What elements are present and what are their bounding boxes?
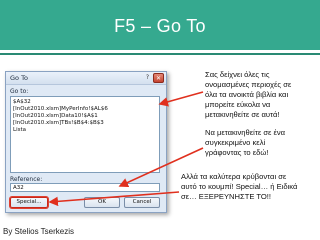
callout-line: Να μετακινηθείτε σε ένα [205,128,286,137]
cancel-button[interactable]: Cancel [124,197,160,208]
author-credit: By Stelios Tserkezis [3,227,74,236]
callout-line: σε… ΕΞΕΡΕΥΝΗΣΤΕ ΤΟ!! [181,192,272,201]
callout-line: μετακινηθείτε σε αυτά! [205,110,280,119]
callout-named-ranges: Σας δείχνει όλες τις ονομασμένες περιοχέ… [205,70,317,122]
goto-dialog: Go To ? ✕ Go to: $A$32 [InOut2010.xlsm]M… [5,71,167,213]
goto-list[interactable]: $A$32 [InOut2010.xlsm]MyPerInfo!$AL$6 [I… [10,96,160,173]
goto-list-item[interactable]: $A$32 [13,99,31,105]
dialog-titlebar: Go To ? ✕ [6,72,166,85]
goto-list-item[interactable]: [InOut2010.xlsm]TBs!$B$4:$B$3 [13,120,104,126]
question-mark-icon[interactable]: ? [143,74,152,82]
callout-line: Αλλά τα καλύτερα κρύβονται σε [181,172,287,181]
goto-list-item[interactable]: [InOut2010.xlsm]Data10!$A$1 [13,113,98,119]
goto-list-item[interactable]: [InOut2010.xlsm]MyPerInfo!$AL$6 [13,106,108,112]
special-button[interactable]: Special... [10,197,48,208]
callout-line: μπορείτε εύκολα να [205,100,271,109]
reference-label: Reference: [10,176,43,183]
dialog-title: Go To [10,74,28,82]
reference-input[interactable]: A32 [10,183,160,192]
ok-button[interactable]: OK [84,197,120,208]
goto-list-item[interactable]: Lista [13,127,26,133]
callout-line: όλα τα ανοικτά βιβλία και [205,90,289,99]
callout-line: ονομασμένες περιοχές σε [205,80,292,89]
callout-reference: Να μετακινηθείτε σε ένα συγκεκριμένο κελ… [205,128,317,162]
callout-line: αυτό το κουμπί! Special… ή Ειδικά [181,182,298,191]
callout-line: γράφοντας το εδώ! [205,148,269,157]
close-x-icon[interactable]: ✕ [153,73,164,83]
callout-special: Αλλά τα καλύτερα κρύβονται σε αυτό το κο… [181,172,317,206]
callout-line: Σας δείχνει όλες τις [205,70,270,79]
goto-label: Go to: [10,88,29,95]
slide-title-bar: F5 – Go To [0,0,320,53]
callout-line: συγκεκριμένο κελί [205,138,266,147]
slide-title: F5 – Go To [114,16,206,36]
